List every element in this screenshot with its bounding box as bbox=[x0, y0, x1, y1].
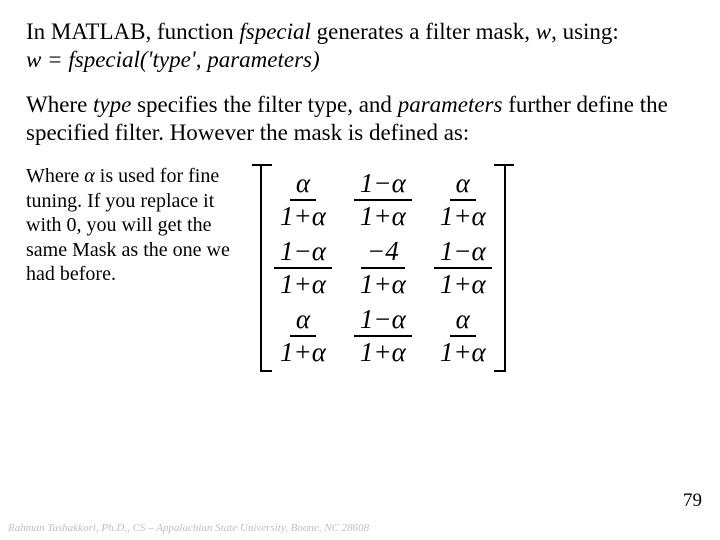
left-note: Where α is used for fine tuning. If you … bbox=[26, 164, 236, 286]
bracket-left-icon bbox=[250, 164, 264, 372]
p1-mid: generates a filter mask, bbox=[311, 19, 536, 44]
p1-func: fspecial bbox=[239, 19, 311, 44]
matrix-cell: −41+α bbox=[354, 238, 412, 298]
matrix-cell: α1+α bbox=[274, 170, 332, 230]
matrix-cell: 1−α1+α bbox=[274, 238, 332, 298]
bracket-right-icon bbox=[502, 164, 516, 372]
paragraph-1: In MATLAB, function fspecial generates a… bbox=[26, 18, 694, 73]
footer-text: Rahman Tashakkori, Ph.D., CS – Appalachi… bbox=[8, 522, 369, 534]
matrix-grid: α1+α 1−α1+α α1+α 1−α1+α −41+α 1−α1+α α1+… bbox=[264, 164, 502, 372]
matrix-cell: α1+α bbox=[434, 170, 492, 230]
p1-post: , using: bbox=[551, 19, 619, 44]
p2-mid: specifies the filter type, and bbox=[131, 92, 397, 117]
p2-t1: type bbox=[93, 92, 131, 117]
p1-pre: In MATLAB, function bbox=[26, 19, 239, 44]
page-number: 79 bbox=[683, 490, 702, 512]
matrix-cell: 1−α1+α bbox=[354, 306, 412, 366]
matrix-cell: 1−α1+α bbox=[434, 238, 492, 298]
p2-pre: Where bbox=[26, 92, 93, 117]
matrix-cell: α1+α bbox=[434, 306, 492, 366]
matrix-cell: α1+α bbox=[274, 306, 332, 366]
p2-t2: parameters bbox=[398, 92, 503, 117]
p1-eq: w = fspecial('type', parameters) bbox=[26, 47, 320, 72]
slide-content: In MATLAB, function fspecial generates a… bbox=[0, 0, 720, 540]
alpha-icon: α bbox=[84, 165, 95, 187]
paragraph-2: Where type specifies the filter type, an… bbox=[26, 91, 694, 146]
columns: Where α is used for fine tuning. If you … bbox=[26, 164, 694, 372]
matrix-cell: 1−α1+α bbox=[354, 170, 412, 230]
ln-pre: Where bbox=[26, 165, 84, 187]
matrix: α1+α 1−α1+α α1+α 1−α1+α −41+α 1−α1+α α1+… bbox=[250, 164, 516, 372]
p1-var: w bbox=[536, 19, 551, 44]
